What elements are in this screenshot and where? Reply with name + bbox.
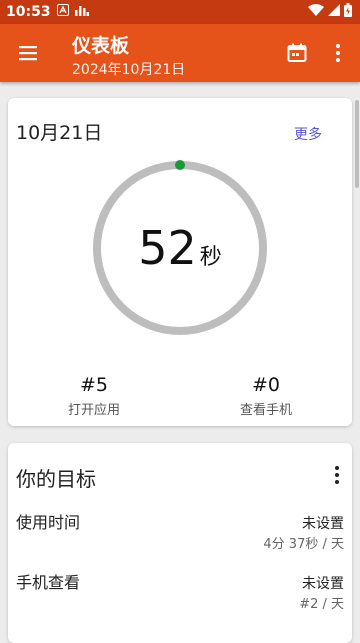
status-bar: 10:53 [0,0,360,24]
summary-date: 10月21日 [16,122,103,144]
goal-phone-checks-detail: #2 / 天 [299,597,344,612]
stat-phone-checks-value: #0 [251,374,280,396]
status-time: 10:53 [6,4,51,20]
goals-title: 你的目标 [16,467,96,491]
goals-card: 你的目标 使用时间 未设置 4分 37秒 / 天 手机查看 未设置 #2 / 天 [8,443,352,643]
goal-usage-time-name[interactable]: 使用时间 [16,509,80,533]
stat-phone-checks: #0 查看手机 [206,374,326,418]
notification-a-icon [56,4,69,20]
battery-icon [344,3,352,21]
app-bar: 仪表板 2024年10月21日 [0,24,360,82]
hamburger-icon [19,46,37,61]
stat-apps-opened: #5 打开应用 [34,374,154,418]
wifi-icon [308,4,324,20]
usage-ring-unit: 秒 [199,245,222,270]
goals-menu-button[interactable] [332,465,342,485]
page-title: 仪表板 [72,35,130,57]
daily-summary-card: 10月21日 更多 52 秒 #5 打开应用 #0 查看手机 [8,98,352,426]
stat-apps-opened-label: 打开应用 [67,403,120,418]
status-bar-right [308,3,352,21]
usage-ring-value: 52 [138,221,197,275]
goal-usage-time-status[interactable]: 未设置 [302,513,344,533]
more-link[interactable]: 更多 [294,124,322,144]
stat-phone-checks-label: 查看手机 [239,403,292,418]
goal-usage-time-detail: 4分 37秒 / 天 [263,537,344,552]
more-vertical-icon [336,44,340,62]
usage-ring-label: 52 秒 [92,160,268,336]
overflow-menu-button[interactable] [330,41,346,65]
goal-phone-checks-status[interactable]: 未设置 [302,573,344,593]
stat-apps-opened-value: #5 [79,374,108,396]
cell-signal-icon [328,4,340,20]
goal-phone-checks-name[interactable]: 手机查看 [16,569,80,593]
status-bar-left: 10:53 [6,4,89,20]
calendar-button[interactable] [285,41,309,65]
signal-bars-icon [74,4,89,20]
menu-button[interactable] [16,41,40,65]
scrollbar[interactable] [355,100,359,188]
more-vertical-icon [335,466,339,484]
page-subtitle: 2024年10月21日 [72,62,186,78]
calendar-icon [287,43,307,62]
